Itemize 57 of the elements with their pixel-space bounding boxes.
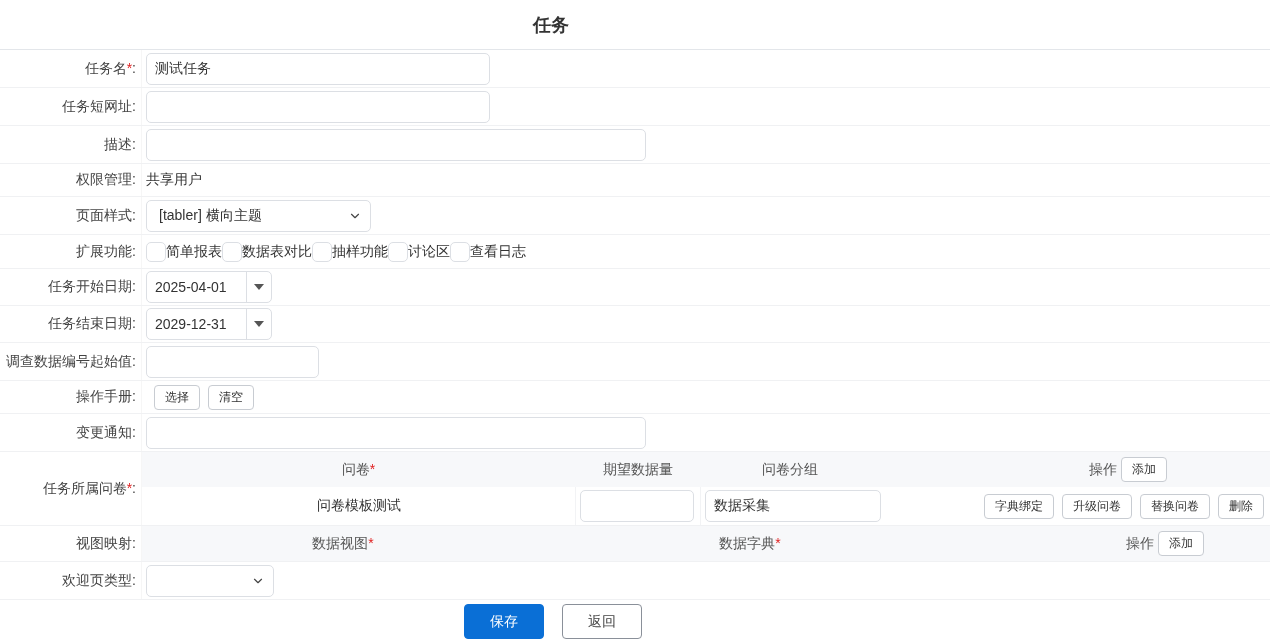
checkbox-label: 讨论区	[408, 242, 450, 261]
field-label: 任务结束日期:	[48, 315, 136, 333]
field-label: 变更通知:	[76, 423, 136, 442]
text-field[interactable]	[146, 90, 490, 123]
row-action-button[interactable]: 升级问卷	[1062, 493, 1132, 519]
column-header: 问卷分组	[761, 460, 819, 479]
checkbox[interactable]	[312, 241, 332, 262]
checkbox[interactable]	[450, 241, 470, 262]
text-field[interactable]: 测试任务	[146, 52, 490, 85]
text-field[interactable]	[146, 345, 319, 378]
column-header: 操作	[1089, 460, 1117, 479]
field-value: 共享用户	[146, 171, 202, 189]
column-header: 操作	[1126, 534, 1154, 553]
field-label: 调查数据编号起始值:	[6, 352, 136, 371]
column-header: 数据视图*	[311, 534, 375, 553]
group-field[interactable]: 数据采集	[705, 490, 881, 522]
field-label: 任务名*:	[84, 59, 136, 78]
quantity-field[interactable]	[580, 490, 694, 522]
field-label: 扩展功能:	[76, 242, 136, 261]
add-button[interactable]: 添加	[1158, 531, 1204, 556]
field-label: 欢迎页类型:	[62, 571, 136, 590]
field-label: 任务所属问卷*:	[42, 479, 136, 498]
field-label: 操作手册:	[76, 388, 136, 406]
primary-button[interactable]: 保存	[464, 604, 544, 639]
checkbox-label: 简单报表	[166, 242, 222, 261]
add-button[interactable]: 添加	[1121, 457, 1167, 482]
page-title: 任务	[533, 13, 569, 37]
date-field[interactable]: 2029-12-31	[146, 308, 272, 340]
checkbox-label: 抽样功能	[332, 242, 388, 261]
field-label: 页面样式:	[76, 206, 136, 225]
row-action-button[interactable]: 字典绑定	[984, 493, 1054, 519]
field-label: 任务短网址:	[62, 97, 136, 116]
field-label: 任务开始日期:	[48, 278, 136, 296]
table-cell-text: 问卷模板测试	[315, 497, 402, 515]
field-label: 描述:	[104, 135, 136, 154]
text-field[interactable]	[146, 128, 646, 161]
text-field[interactable]	[146, 416, 646, 449]
checkbox[interactable]	[146, 241, 166, 262]
row-action-button[interactable]: 删除	[1218, 493, 1264, 519]
checkbox[interactable]	[388, 241, 408, 262]
column-header: 数据字典*	[718, 534, 782, 553]
checkbox-label: 查看日志	[470, 242, 526, 261]
date-field[interactable]: 2025-04-01	[146, 271, 272, 303]
caret-down-icon	[254, 321, 264, 327]
checkbox[interactable]	[222, 241, 242, 262]
action-button[interactable]: 清空	[208, 384, 254, 410]
select-field[interactable]	[146, 564, 274, 597]
action-button[interactable]: 选择	[154, 384, 200, 410]
field-label: 权限管理:	[76, 171, 136, 189]
field-label: 视图映射:	[76, 534, 136, 553]
row-action-button[interactable]: 替换问卷	[1140, 493, 1210, 519]
select-field[interactable]: [tabler] 横向主题	[146, 199, 371, 232]
column-header: 问卷*	[340, 460, 377, 479]
caret-down-icon	[254, 284, 264, 290]
secondary-button[interactable]: 返回	[562, 604, 642, 639]
checkbox-label: 数据表对比	[242, 242, 312, 261]
column-header: 期望数据量	[601, 460, 674, 479]
